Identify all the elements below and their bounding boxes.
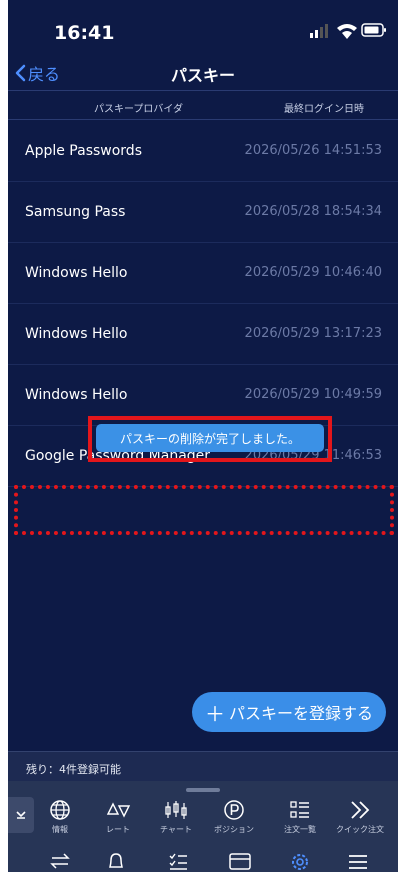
passkey-provider: Samsung Pass [25,204,126,220]
wifi-icon [337,24,357,39]
tab-checklist[interactable] [158,851,198,872]
status-icons [310,23,386,39]
tab-label: クイック注文 [336,825,384,834]
table-header: パスキープロバイダ 最終ログイン日時 [8,90,398,120]
globe-icon [50,800,70,820]
passkey-last-login: 2026/05/28 18:54:34 [244,204,382,219]
collapse-button[interactable] [8,797,34,833]
tab-label: レート [106,825,130,834]
tab-label: 情報 [52,825,68,834]
nav-bar: 戻る パスキー [8,56,398,90]
column-header-last-login: 最終ログイン日時 [284,104,364,115]
register-passkey-button[interactable]: ＋ パスキーを登録する [192,692,386,732]
bottom-tab-bar: 情報 レート チャート ポジション 注文一覧 クイック注文 [8,781,398,872]
chart-icon [165,801,187,819]
passkey-last-login: 2026/05/29 13:17:23 [244,326,382,341]
passkey-last-login: 2026/05/29 10:49:59 [244,387,382,402]
tab-label: 注文一覧 [284,825,316,834]
remaining-count-bar: 残り：4件登録可能 [8,751,398,781]
tab-menu[interactable] [338,851,378,872]
gear-icon [292,854,308,870]
deleted-row-highlight-box [14,485,394,535]
tab-card[interactable] [220,851,260,872]
status-time: 16:41 [54,22,115,44]
passkey-last-login: 2026/05/26 14:51:53 [244,143,382,158]
signal-icon [310,24,328,38]
tab-settings[interactable] [280,851,320,872]
transfer-icon [50,853,70,869]
quick-order-icon [351,801,370,819]
passkey-row[interactable]: Windows Hello 2026/05/29 13:17:23 [8,304,398,365]
register-passkey-label: パスキーを登録する [228,704,373,723]
tab-label: チャート [160,825,192,834]
passkey-row[interactable]: Apple Passwords 2026/05/26 14:51:53 [8,121,398,182]
bell-icon [109,853,123,868]
status-bar: 16:41 [8,0,398,56]
page-title: パスキー [170,66,235,85]
position-icon [224,800,244,820]
tab-order-list[interactable]: 注文一覧 [274,799,326,843]
checklist-icon [169,853,187,870]
passkey-provider: Windows Hello [25,265,128,281]
column-header-provider: パスキープロバイダ [94,104,183,115]
app-screen: 16:41 戻る パスキー パスキープロバイダ 最終ログイン日時 Apple P… [8,0,398,872]
chevron-down-icon [16,811,26,819]
menu-icon [349,855,367,869]
tab-position[interactable]: ポジション [208,799,260,843]
tab-chart[interactable]: チャート [150,799,202,843]
toast-highlight-box [88,416,332,462]
card-icon [229,853,251,870]
tab-info[interactable]: 情報 [34,799,86,843]
passkey-row[interactable]: Samsung Pass 2026/05/28 18:54:34 [8,182,398,243]
battery-icon [361,23,386,37]
passkey-provider: Windows Hello [25,326,128,342]
tab-transfer[interactable] [40,851,80,872]
tab-quick-order[interactable]: クイック注文 [334,799,386,843]
passkey-provider: Windows Hello [25,387,128,403]
order-list-icon [290,801,309,818]
passkey-provider: Apple Passwords [25,143,142,159]
passkey-row[interactable]: Windows Hello 2026/05/29 10:46:40 [8,243,398,304]
tab-rate[interactable]: レート [92,799,144,843]
tab-alerts[interactable] [96,851,136,872]
tab-label: ポジション [214,825,254,834]
remaining-count-text: 残り：4件登録可能 [26,763,121,776]
rate-icon [106,802,131,818]
plus-icon: ＋ [204,701,225,726]
passkey-last-login: 2026/05/29 10:46:40 [244,265,382,280]
drag-handle[interactable] [186,788,220,792]
